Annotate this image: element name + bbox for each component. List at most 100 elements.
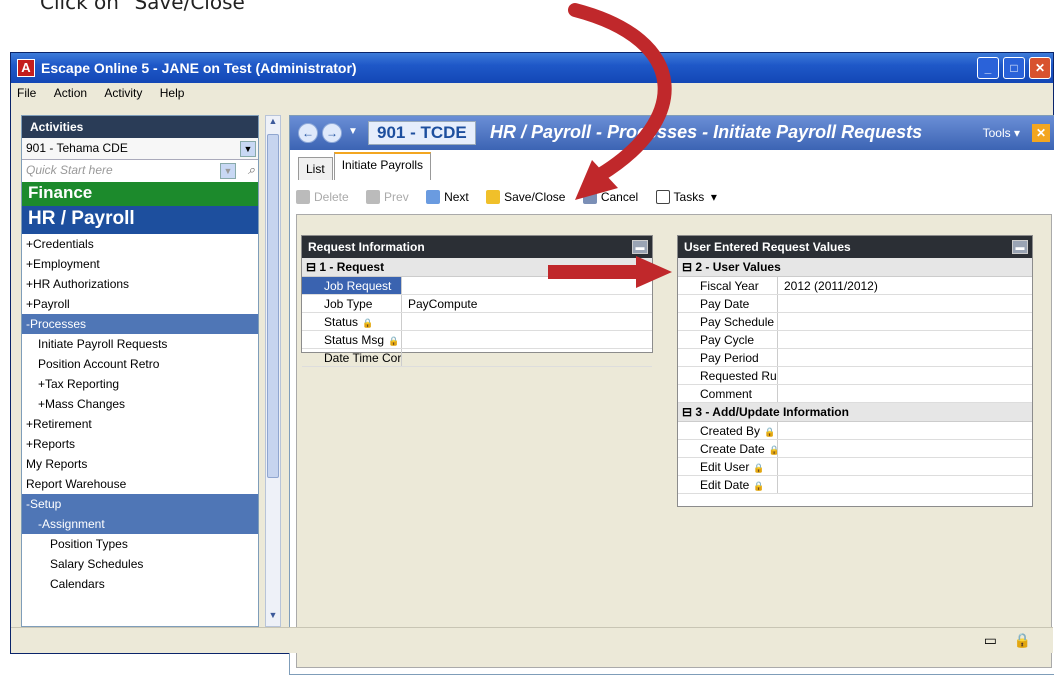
field-row[interactable]: Job Request <box>302 277 652 295</box>
field-row[interactable]: Edit Date 🔒 <box>678 476 1032 494</box>
chevron-down-icon[interactable]: ▼ <box>220 163 236 179</box>
field-value[interactable] <box>778 331 1032 348</box>
collapse-icon[interactable]: ▬ <box>632 240 648 254</box>
sidebar-item[interactable]: My Reports <box>22 454 258 474</box>
field-value[interactable] <box>778 295 1032 312</box>
sidebar-item[interactable]: +Reports <box>22 434 258 454</box>
menu-file[interactable]: File <box>11 83 44 100</box>
field-value[interactable] <box>778 458 1032 475</box>
field-value[interactable] <box>778 385 1032 402</box>
sidebar-item[interactable]: Salary Schedules <box>22 554 258 574</box>
add-update-group[interactable]: ⊟ 3 - Add/Update Information <box>678 403 1032 422</box>
left-scrollbar[interactable]: ▲ ▼ <box>265 115 281 627</box>
field-row[interactable]: Job Type PayCompute <box>302 295 652 313</box>
sidebar-item[interactable]: +Credentials <box>22 234 258 254</box>
next-label: Next <box>444 190 469 204</box>
request-group[interactable]: ⊟ 1 - Request <box>302 258 652 277</box>
trash-icon <box>296 190 310 204</box>
field-value[interactable]: 2012 (2011/2012) <box>778 277 1032 294</box>
field-row[interactable]: Create Date🔒 <box>678 440 1032 458</box>
app-logo-icon: A <box>17 59 35 77</box>
lock-icon: 🔒 <box>1013 632 1031 648</box>
field-label: Pay Period <box>678 349 778 366</box>
prev-button[interactable]: Prev <box>366 186 409 204</box>
field-value[interactable] <box>778 476 1032 493</box>
tab-initiate-payrolls[interactable]: Initiate Payrolls <box>333 152 432 180</box>
sidebar-item[interactable]: -Assignment <box>22 514 258 534</box>
sidebar-item[interactable]: +Employment <box>22 254 258 274</box>
field-label: Edit User 🔒 <box>678 458 778 475</box>
field-row[interactable]: Edit User 🔒 <box>678 458 1032 476</box>
org-select[interactable]: 901 - Tehama CDE ▼ <box>22 138 258 160</box>
sidebar-item[interactable]: Position Types <box>22 534 258 554</box>
sidebar-item[interactable]: +HR Authorizations <box>22 274 258 294</box>
tools-menu[interactable]: Tools ▾ <box>983 126 1020 140</box>
close-page-icon[interactable]: ✕ <box>1032 124 1050 142</box>
field-row[interactable]: Created By 🔒 <box>678 422 1032 440</box>
scroll-down-icon[interactable]: ▼ <box>266 610 280 626</box>
field-value[interactable] <box>402 313 652 330</box>
activities-panel: Activities 901 - Tehama CDE ▼ Quick Star… <box>21 115 259 627</box>
field-row[interactable]: Fiscal Year 2012 (2011/2012) <box>678 277 1032 295</box>
tasks-button[interactable]: Tasks ▾ <box>655 186 717 204</box>
field-row[interactable]: Comment <box>678 385 1032 403</box>
menu-activity[interactable]: Activity <box>98 83 150 100</box>
sidebar-item[interactable]: Initiate Payroll Requests <box>22 334 258 354</box>
sidebar-item[interactable]: +Payroll <box>22 294 258 314</box>
search-icon[interactable]: ⌕ <box>248 162 255 178</box>
add-update-group-label: 3 - Add/Update Information <box>695 405 849 419</box>
cancel-button[interactable]: Cancel <box>582 186 638 204</box>
field-value[interactable] <box>402 349 652 366</box>
field-value[interactable] <box>778 367 1032 384</box>
finance-section[interactable]: Finance <box>22 182 258 206</box>
maximize-icon[interactable]: □ <box>1003 57 1025 79</box>
field-row[interactable]: Pay Date <box>678 295 1032 313</box>
chevron-down-icon[interactable]: ▼ <box>240 141 256 157</box>
field-value[interactable]: PayCompute <box>402 295 652 312</box>
collapse-icon[interactable]: ▬ <box>1012 240 1028 254</box>
field-value[interactable] <box>778 313 1032 330</box>
field-value[interactable] <box>402 277 652 294</box>
minimize-icon[interactable]: _ <box>977 57 999 79</box>
field-row[interactable]: Pay Schedule <box>678 313 1032 331</box>
menu-help[interactable]: Help <box>154 83 193 100</box>
user-values-group[interactable]: ⊟ 2 - User Values <box>678 258 1032 277</box>
history-dropdown-icon[interactable]: ▼ <box>348 126 358 137</box>
sidebar-item[interactable]: -Setup <box>22 494 258 514</box>
field-row[interactable]: Pay Period <box>678 349 1032 367</box>
menu-action[interactable]: Action <box>48 83 95 100</box>
sidebar-item[interactable]: Position Account Retro <box>22 354 258 374</box>
sidebar-item[interactable]: +Tax Reporting <box>22 374 258 394</box>
field-row[interactable]: Requested Ru <box>678 367 1032 385</box>
back-icon[interactable]: ← <box>298 123 318 143</box>
field-label: Date Time Cor <box>302 349 402 366</box>
forward-icon[interactable]: → <box>322 123 342 143</box>
scroll-up-icon[interactable]: ▲ <box>266 116 280 132</box>
request-info-header: Request Information ▬ <box>302 236 652 258</box>
close-icon[interactable]: ✕ <box>1029 57 1051 79</box>
tab-strip: List Initiate Payrolls <box>298 152 432 180</box>
sidebar-item[interactable]: Report Warehouse <box>22 474 258 494</box>
field-row[interactable]: Status Msg 🔒 <box>302 331 652 349</box>
scroll-thumb[interactable] <box>267 134 279 478</box>
sidebar-item[interactable]: -Processes <box>22 314 258 334</box>
field-value[interactable] <box>778 440 1032 457</box>
field-row[interactable]: Pay Cycle <box>678 331 1032 349</box>
sidebar-item[interactable]: +Retirement <box>22 414 258 434</box>
field-row[interactable]: Date Time Cor <box>302 349 652 367</box>
tab-list[interactable]: List <box>298 157 333 180</box>
save-close-button[interactable]: Save/Close <box>486 186 565 204</box>
hr-payroll-section[interactable]: HR / Payroll <box>22 206 258 234</box>
request-group-label: 1 - Request <box>319 260 385 274</box>
field-value[interactable] <box>402 331 652 348</box>
quick-start-input[interactable]: Quick Start here ▼ ⌕ <box>22 160 258 182</box>
field-value[interactable] <box>778 349 1032 366</box>
prev-icon <box>366 190 381 204</box>
field-row[interactable]: Status 🔒 <box>302 313 652 331</box>
next-button[interactable]: Next <box>426 186 469 204</box>
delete-button[interactable]: Delete <box>296 186 349 204</box>
sidebar-item[interactable]: +Mass Changes <box>22 394 258 414</box>
field-value[interactable] <box>778 422 1032 439</box>
toolbar: Delete Prev Next Save/Close Cancel Tasks… <box>296 186 1052 210</box>
sidebar-item[interactable]: Calendars <box>22 574 258 594</box>
